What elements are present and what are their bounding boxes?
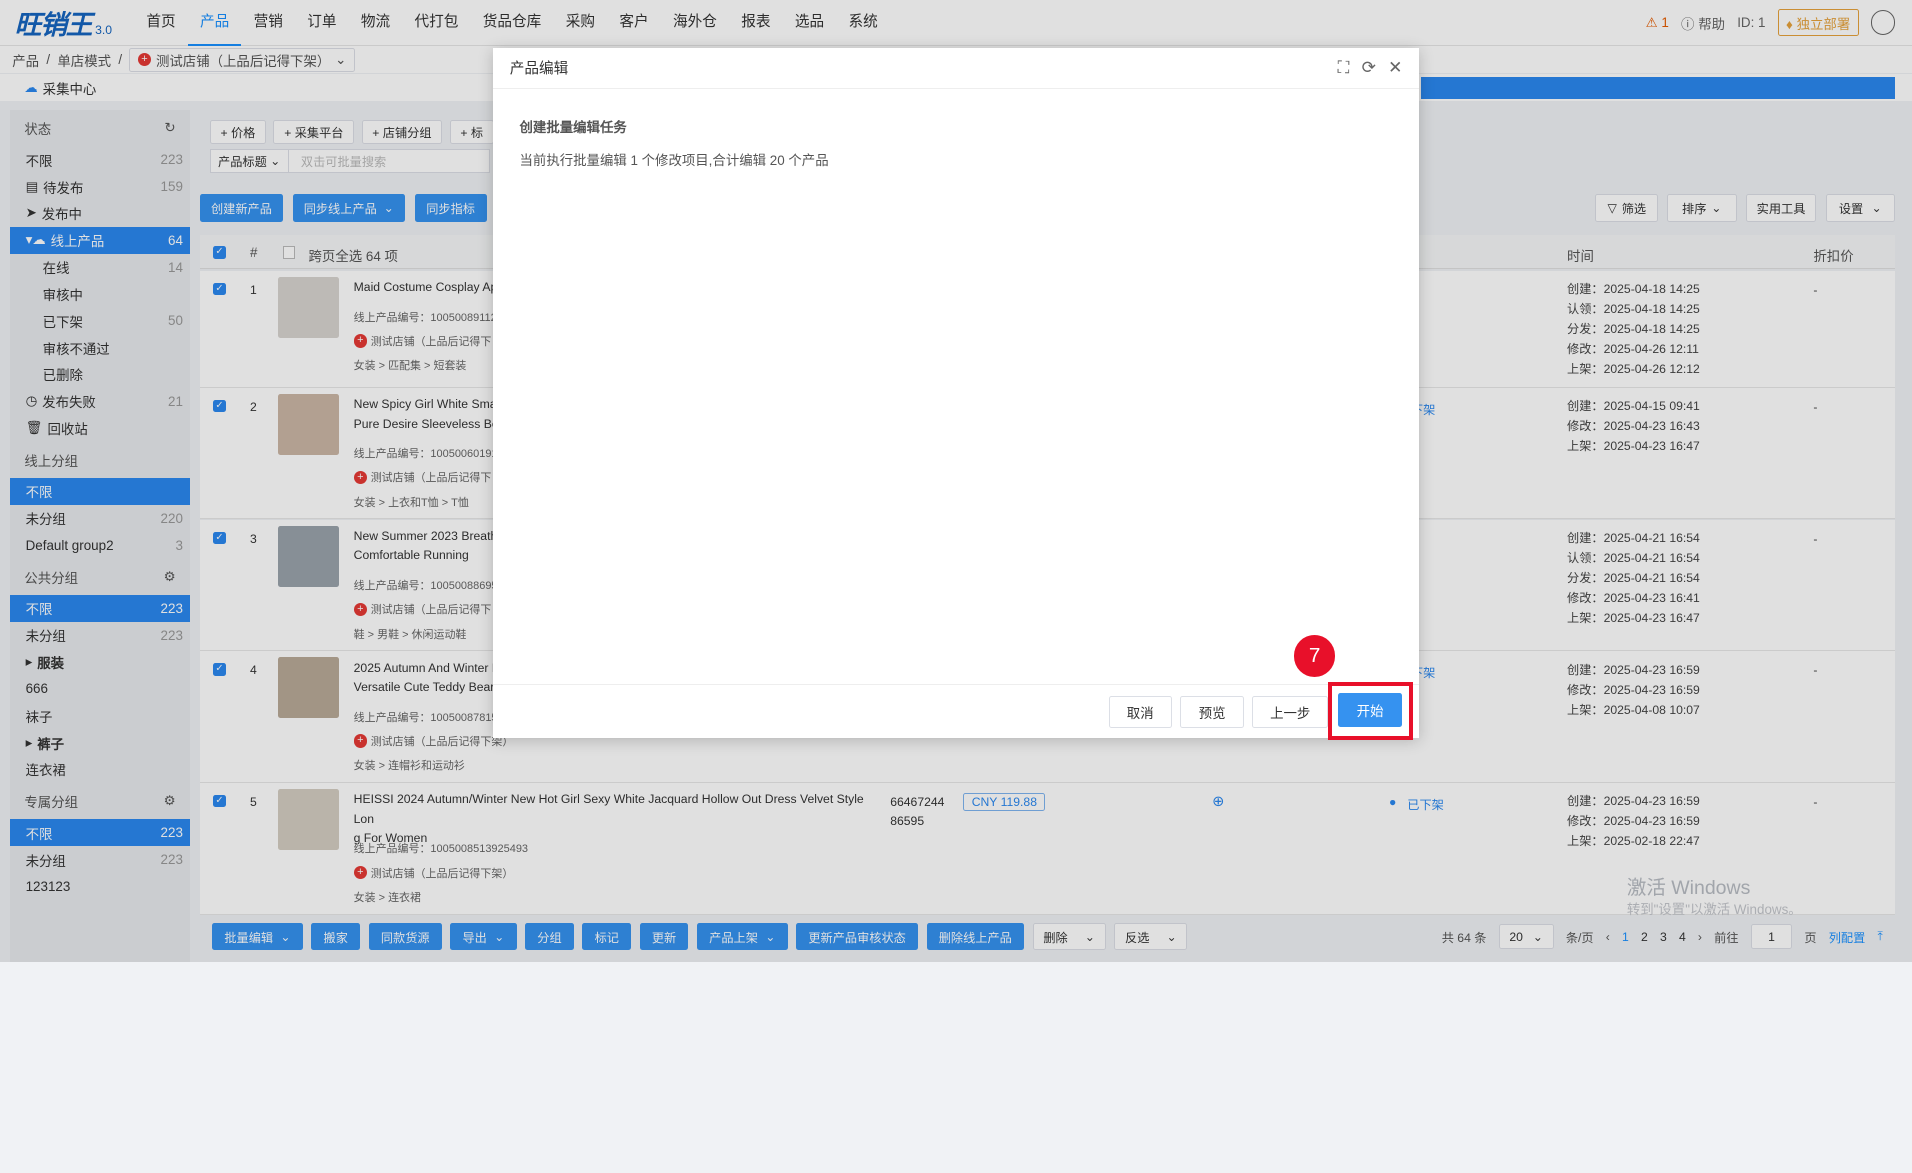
modal-title: 产品编辑 <box>509 61 569 78</box>
modal-heading: 创建批量编辑任务 <box>519 119 627 135</box>
preview-label: 预览 <box>1198 705 1226 721</box>
modal-header: 产品编辑 ⛶ ⟳ ✕ <box>492 48 1420 89</box>
prev-step-label: 上一步 <box>1270 705 1311 721</box>
refresh-icon[interactable]: ⟳ <box>1362 58 1376 78</box>
cancel-button[interactable]: 取消 <box>1108 696 1172 728</box>
prev-step-button[interactable]: 上一步 <box>1252 696 1328 728</box>
modal-body: 创建批量编辑任务 当前执行批量编辑 1 个修改项目,合计编辑 20 个产品 <box>493 89 1420 196</box>
highlight-box <box>1328 681 1414 741</box>
modal-footer: 取消 预览 上一步 <box>492 684 1420 738</box>
step-badge: 7 <box>1293 635 1336 677</box>
cancel-label: 取消 <box>1126 705 1154 721</box>
product-edit-modal: 产品编辑 ⛶ ⟳ ✕ 创建批量编辑任务 当前执行批量编辑 1 个修改项目,合计编… <box>492 47 1420 738</box>
preview-button[interactable]: 预览 <box>1180 696 1244 728</box>
modal-description: 当前执行批量编辑 1 个修改项目,合计编辑 20 个产品 <box>519 153 829 169</box>
close-icon[interactable]: ✕ <box>1388 58 1402 78</box>
fullscreen-icon[interactable]: ⛶ <box>1338 58 1350 78</box>
